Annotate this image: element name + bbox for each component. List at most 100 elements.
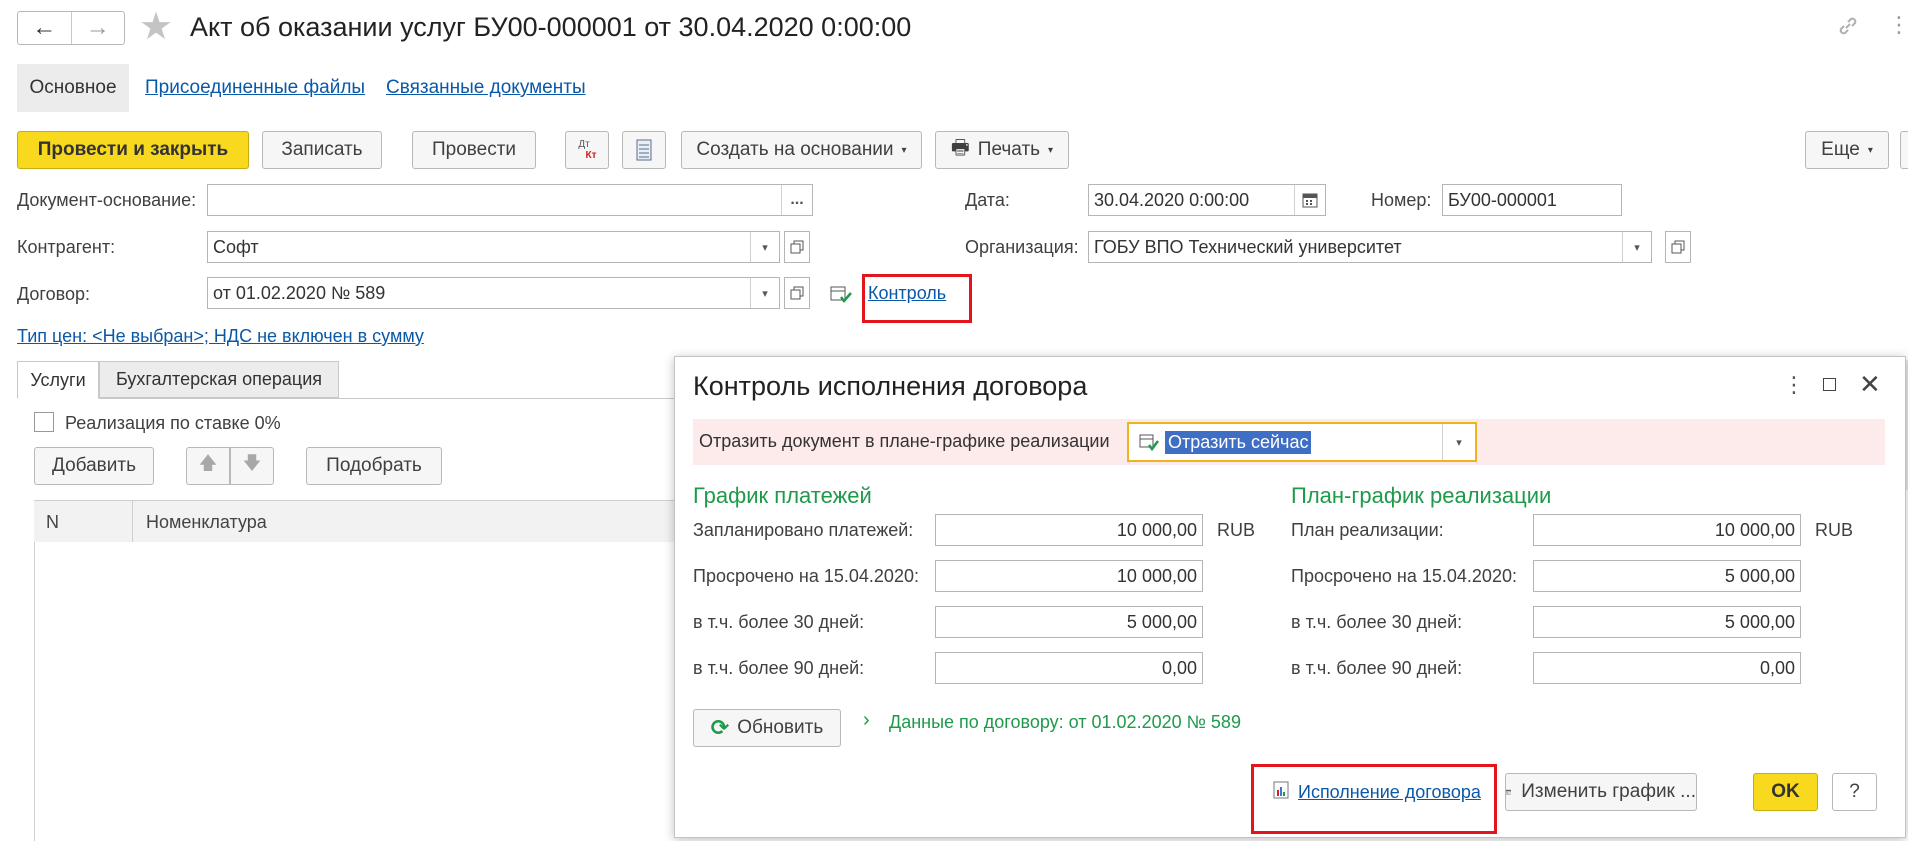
tab-main[interactable]: Основное: [17, 64, 129, 112]
print-button[interactable]: 🖶 Печать ▾: [935, 131, 1069, 169]
dt-label: Дт: [578, 139, 590, 150]
more-button[interactable]: Еще ▾: [1805, 131, 1889, 169]
chevron-right-icon[interactable]: ›: [863, 709, 870, 732]
counterparty-value: Софт: [213, 236, 259, 257]
refresh-label: Обновить: [737, 717, 824, 738]
change-schedule-label: Изменить график ...: [1521, 781, 1696, 802]
reflect-dropdown-button[interactable]: ▾: [1442, 424, 1475, 460]
services-table-header: N Номенклатура: [34, 500, 684, 544]
payments-over30-value[interactable]: 5 000,00: [935, 606, 1203, 638]
column-header-nomenclature: Номенклатура: [146, 512, 267, 532]
calendar-button[interactable]: [1294, 185, 1325, 215]
zero-rate-checkbox[interactable]: [34, 412, 54, 432]
sales-over30-amount: 5 000,00: [1724, 611, 1795, 632]
date-value: 30.04.2020 0:00:00: [1094, 189, 1250, 210]
contract-dropdown-button[interactable]: ▾: [750, 278, 779, 308]
list-icon: [636, 139, 652, 161]
dialog-title: Контроль исполнения договора: [693, 371, 1088, 401]
zero-rate-label: Реализация по ставке 0%: [65, 413, 281, 433]
tab-services-label: Услуги: [30, 369, 86, 390]
reflect-value: Отразить сейчас: [1165, 431, 1312, 454]
date-input[interactable]: 30.04.2020 0:00:00: [1088, 184, 1326, 216]
link-icon[interactable]: [1836, 14, 1860, 43]
tab-attached-files[interactable]: Присоединенные файлы: [145, 77, 365, 99]
page-title: Акт об оказании услуг БУ00-000001 от 30.…: [190, 12, 912, 42]
open-window-icon: [790, 286, 804, 300]
contract-input[interactable]: от 01.02.2020 № 589 ▾: [207, 277, 780, 309]
arrow-down-icon: 🡇: [242, 453, 262, 473]
kt-label: Кт: [585, 150, 597, 161]
post-and-close-button[interactable]: Провести и закрыть: [17, 131, 249, 169]
column-header-n: N: [46, 512, 59, 532]
help-button[interactable]: ?: [1832, 773, 1877, 811]
planned-payments-value[interactable]: 10 000,00: [935, 514, 1203, 546]
tab-related-docs[interactable]: Связанные документы: [386, 77, 586, 99]
number-value: БУ00-000001: [1448, 189, 1557, 210]
payments-overdue-value[interactable]: 10 000,00: [935, 560, 1203, 592]
sales-overdue-value[interactable]: 5 000,00: [1533, 560, 1801, 592]
payments-over90-amount: 0,00: [1161, 657, 1197, 678]
calendar-check-icon: [1139, 434, 1159, 451]
print-label: Печать: [977, 139, 1041, 160]
favorite-star-icon[interactable]: ★: [139, 7, 173, 47]
reflect-label: Отразить документ в плане-графике реализ…: [699, 431, 1110, 451]
doc-base-input[interactable]: ...: [207, 184, 813, 216]
reflect-row: Отразить документ в плане-графике реализ…: [693, 419, 1885, 465]
counterparty-open-button[interactable]: [784, 231, 810, 263]
dialog-more-icon[interactable]: ⋮: [1783, 372, 1805, 398]
services-table-body[interactable]: [34, 542, 684, 841]
sales-over90-value[interactable]: 0,00: [1533, 652, 1801, 684]
sales-over30-value[interactable]: 5 000,00: [1533, 606, 1801, 638]
payments-overdue-label: Просрочено на 15.04.2020:: [693, 566, 919, 586]
ok-button[interactable]: OK: [1753, 773, 1818, 811]
arrow-up-icon: 🡅: [198, 453, 218, 473]
post-button[interactable]: Провести: [412, 131, 536, 169]
more-vertical-icon[interactable]: ⋮: [1888, 12, 1908, 38]
tab-services[interactable]: Услуги: [17, 361, 99, 399]
highlight-frame-control: [862, 274, 972, 323]
contract-data-link[interactable]: Данные по договору: от 01.02.2020 № 589: [889, 712, 1241, 733]
sales-plan-amount: 10 000,00: [1714, 519, 1795, 540]
back-arrow-icon[interactable]: ←: [18, 12, 72, 44]
date-label: Дата:: [965, 190, 1010, 210]
sales-overdue-label: Просрочено на 15.04.2020:: [1291, 566, 1517, 586]
save-button[interactable]: Записать: [262, 131, 382, 169]
counterparty-input[interactable]: Софт ▾: [207, 231, 780, 263]
change-schedule-button[interactable]: Изменить график ...: [1505, 773, 1697, 811]
organization-open-button[interactable]: [1665, 231, 1691, 263]
close-icon[interactable]: ✕: [1859, 369, 1881, 400]
counterparty-dropdown-button[interactable]: ▾: [750, 232, 779, 262]
pick-button[interactable]: Подобрать: [306, 447, 442, 485]
move-down-button[interactable]: 🡇: [230, 447, 274, 485]
sales-over30-label: в т.ч. более 30 дней:: [1291, 612, 1463, 632]
doc-base-select-button[interactable]: ...: [781, 185, 812, 215]
sales-over90-amount: 0,00: [1759, 657, 1795, 678]
report-list-button[interactable]: [622, 131, 666, 169]
sales-overdue-amount: 5 000,00: [1724, 565, 1795, 586]
organization-input[interactable]: ГОБУ ВПО Технический университет ▾: [1088, 231, 1652, 263]
tab-accounting-operation[interactable]: Бухгалтерская операция: [99, 361, 339, 398]
dt-kt-button[interactable]: Дт Кт: [565, 131, 609, 169]
chevron-down-icon: ▾: [901, 144, 907, 156]
open-window-icon: [790, 240, 804, 254]
sales-plan-value[interactable]: 10 000,00: [1533, 514, 1801, 546]
add-row-button[interactable]: Добавить: [34, 447, 154, 485]
payments-over90-value[interactable]: 0,00: [935, 652, 1203, 684]
number-input[interactable]: БУ00-000001: [1442, 184, 1622, 216]
organization-dropdown-button[interactable]: ▾: [1622, 232, 1651, 262]
maximize-icon[interactable]: [1823, 378, 1836, 391]
price-type-link[interactable]: Тип цен: <Не выбран>; НДС не включен в с…: [17, 326, 424, 347]
contract-label: Договор:: [17, 284, 90, 304]
number-label: Номер:: [1371, 190, 1432, 210]
refresh-button[interactable]: ⟳ Обновить: [693, 709, 841, 747]
create-based-on-button[interactable]: Создать на основании ▾: [681, 131, 922, 169]
chevron-down-icon: ▾: [1634, 241, 1640, 254]
forward-arrow-icon[interactable]: →: [72, 12, 125, 44]
contract-open-button[interactable]: [784, 277, 810, 309]
move-up-button[interactable]: 🡅: [186, 447, 230, 485]
column-divider: [132, 501, 133, 543]
sales-plan-currency: RUB: [1815, 520, 1854, 540]
toolbar-edge-button[interactable]: [1900, 131, 1908, 169]
reflect-select[interactable]: Отразить сейчас ▾: [1127, 422, 1477, 462]
tab-main-label: Основное: [29, 77, 117, 98]
